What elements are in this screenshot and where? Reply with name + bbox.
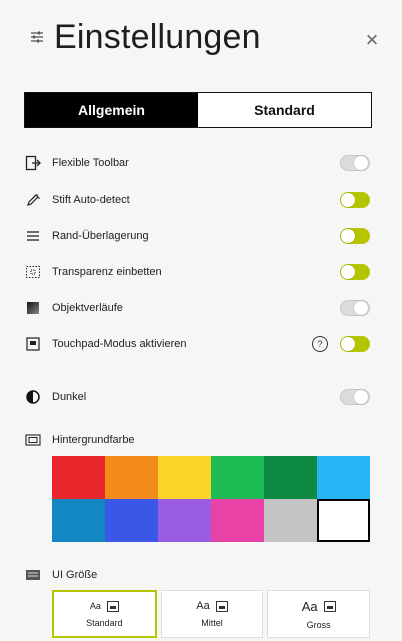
size-option-label: Gross <box>306 619 331 630</box>
setting-label: Transparenz einbetten <box>52 266 162 278</box>
dunkel-toggle[interactable] <box>340 389 370 405</box>
size-option-gross[interactable]: Aa Gross <box>267 590 371 638</box>
setting-label: Flexible Toolbar <box>52 157 129 169</box>
image-icon <box>106 600 119 612</box>
ui-size-options: Aa Standard Aa Mittel Aa Gross <box>52 590 371 638</box>
keyboard-icon <box>24 568 42 582</box>
setting-row-transparenz-einbetten: Transparenz einbetten <box>24 259 370 285</box>
menu-lines-icon <box>24 227 42 245</box>
color-swatch[interactable] <box>105 456 158 499</box>
size-option-standard[interactable]: Aa Standard <box>52 590 157 638</box>
color-swatch[interactable] <box>317 456 370 499</box>
setting-label: Rand-Überlagerung <box>52 230 149 242</box>
setting-row-dunkel: Dunkel <box>24 384 370 410</box>
close-icon[interactable]: × <box>360 28 384 52</box>
dotted-square-icon <box>24 263 42 281</box>
help-icon[interactable]: ? <box>312 336 328 352</box>
color-swatch[interactable] <box>264 499 317 542</box>
setting-label: Touchpad-Modus aktivieren <box>52 338 187 350</box>
stift-auto-detect-toggle[interactable] <box>340 192 370 208</box>
tab-allgemein[interactable]: Allgemein <box>25 93 198 127</box>
size-sample: Aa <box>89 601 101 611</box>
gradient-square-icon <box>24 299 42 317</box>
image-icon <box>323 600 336 612</box>
size-option-mittel[interactable]: Aa Mittel <box>160 590 264 638</box>
rand-ueberlagerung-toggle[interactable] <box>340 228 370 244</box>
color-swatch[interactable] <box>52 456 105 499</box>
section-title: Hintergrundfarbe <box>52 434 135 446</box>
setting-label: Stift Auto-detect <box>52 194 130 206</box>
color-swatch[interactable] <box>211 456 264 499</box>
touchpad-icon <box>24 335 42 353</box>
background-picture-icon <box>24 433 42 447</box>
color-swatch[interactable] <box>264 456 317 499</box>
color-swatch[interactable] <box>158 456 211 499</box>
section-title: UI Größe <box>52 569 98 581</box>
size-sample: Aa <box>196 600 210 612</box>
flexible-toolbar-icon <box>24 154 42 172</box>
setting-row-rand-ueberlagerung: Rand-Überlagerung <box>24 223 370 249</box>
contrast-icon <box>24 388 42 406</box>
flexible-toolbar-toggle[interactable] <box>340 155 370 171</box>
sliders-icon <box>31 31 43 43</box>
setting-row-flexible-toolbar: Flexible Toolbar <box>24 150 370 176</box>
touchpad-modus-toggle[interactable] <box>340 336 370 352</box>
image-icon <box>215 600 228 612</box>
tab-bar: Allgemein Standard <box>24 92 372 128</box>
hintergrundfarbe-label: Hintergrundfarbe <box>24 433 135 447</box>
color-swatch-grid <box>52 456 370 542</box>
objektverlaeufe-toggle[interactable] <box>340 300 370 316</box>
size-option-label: Mittel <box>201 618 223 628</box>
color-swatch[interactable] <box>52 499 105 542</box>
transparenz-einbetten-toggle[interactable] <box>340 264 370 280</box>
setting-row-objektverlaeufe: Objektverläufe <box>24 295 370 321</box>
color-swatch[interactable] <box>317 499 370 542</box>
color-swatch[interactable] <box>105 499 158 542</box>
size-sample: Aa <box>301 598 318 614</box>
setting-label: Dunkel <box>52 391 87 403</box>
tab-standard[interactable]: Standard <box>198 93 371 127</box>
pen-icon <box>24 191 42 209</box>
ui-groesse-label: UI Größe <box>24 568 97 582</box>
setting-row-touchpad-modus: Touchpad-Modus aktivieren ? <box>24 331 370 357</box>
setting-row-stift-auto-detect: Stift Auto-detect <box>24 187 370 213</box>
page-title: Einstellungen <box>54 18 261 56</box>
color-swatch[interactable] <box>211 499 264 542</box>
settings-header: Einstellungen × <box>24 14 384 70</box>
color-swatch[interactable] <box>158 499 211 542</box>
setting-label: Objektverläufe <box>52 302 123 314</box>
size-option-label: Standard <box>86 617 123 628</box>
